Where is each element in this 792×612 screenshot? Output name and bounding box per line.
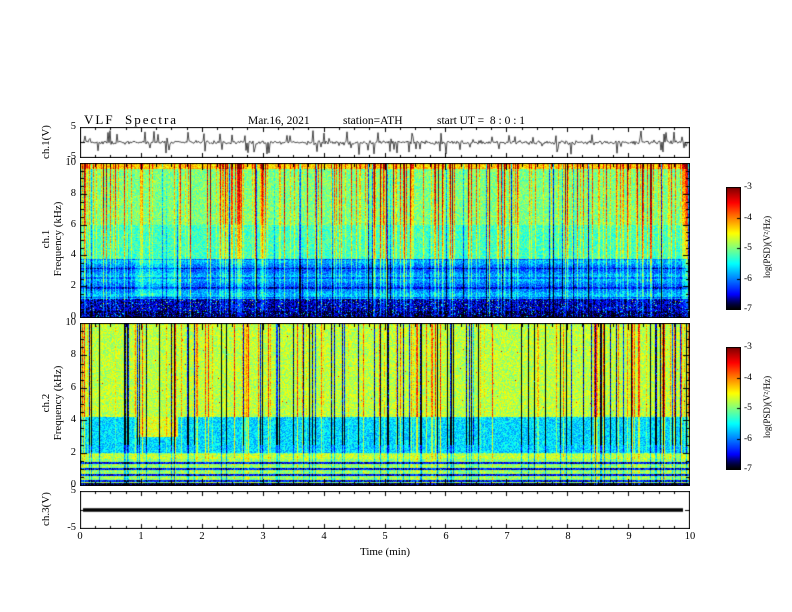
ch2-colorbar-tick-label: -3	[744, 342, 752, 352]
x-tick-label: 2	[199, 531, 205, 542]
x-axis-label: Time (min)	[359, 546, 410, 558]
ch2-colorbar-tick-label: -5	[744, 403, 752, 413]
ch1-colorbar-tick-label: -6	[744, 273, 752, 284]
figure-title: VLF Spectra	[84, 112, 179, 127]
x-tick-label: 9	[626, 531, 632, 542]
ch1-spectrogram-ytick-label: 8	[70, 187, 76, 199]
vlf-spectra-figure: VLF Spectra Mar.16, 2021 station=ATH sta…	[0, 0, 792, 612]
x-tick-label: 10	[684, 531, 696, 542]
ch1-waveform-ytick-label: 5	[70, 121, 76, 132]
ch1-colorbar-tick-label: -7	[744, 304, 752, 314]
ch1-colorbar-tick-label: -4	[744, 212, 752, 223]
header-start-ut: start UT = 8 : 0 : 1	[437, 115, 526, 127]
ch2-colorbar	[726, 347, 741, 470]
ch2-colorbar-tick-label: -6	[744, 433, 752, 444]
ch2-spectrogram-ytick-label: 10	[65, 317, 77, 328]
ch2-colorbar-tick-label: -7	[744, 464, 752, 474]
ch2-colorbar-tick-label: -4	[744, 372, 752, 383]
x-tick-label: 0	[77, 531, 83, 542]
x-tick-label: 3	[260, 531, 266, 542]
x-tick-label: 5	[382, 531, 388, 542]
x-tick-label: 6	[443, 531, 449, 542]
ch1-colorbar-label: log(PSD)(V²/Hz)	[762, 215, 772, 279]
x-tick-label: 7	[504, 531, 510, 542]
ch1-colorbar-tick-label: -3	[744, 182, 752, 192]
ch1-spectrogram	[80, 163, 690, 318]
ch1-spectrogram-ytick-label: 10	[65, 157, 77, 168]
ch3-waveform-plot	[80, 491, 690, 529]
ch2-colorbar-label: log(PSD)(V²/Hz)	[762, 375, 772, 439]
header-date: Mar.16, 2021	[248, 115, 310, 127]
ch1-spectrogram-ytick-label: 4	[70, 249, 76, 261]
header-station: station=ATH	[343, 115, 403, 127]
ch1-colorbar-tick-label: -5	[744, 243, 752, 253]
y-axis-label-ch1-frequency: ch.1 Frequency (kHz)	[40, 164, 64, 314]
ch2-spectrogram-ytick-label: 4	[70, 414, 76, 426]
x-tick-label: 4	[321, 531, 327, 542]
ch2-spectrogram-ytick-label: 6	[70, 381, 76, 393]
ch2-spectrogram	[80, 323, 690, 486]
ch1-spectrogram-ytick-label: 2	[70, 280, 76, 292]
ch1-spectrogram-ytick-label: 6	[70, 218, 76, 230]
y-axis-label-ch1-line2: Frequency (kHz)	[52, 201, 64, 277]
ch1-waveform-plot	[80, 127, 690, 158]
x-tick-label: 1	[138, 531, 144, 542]
y-axis-label-ch1-line1: ch.1	[40, 229, 52, 249]
x-tick-label: 8	[565, 531, 571, 542]
ch1-colorbar	[726, 187, 741, 310]
ch2-spectrogram-ytick-label: 2	[70, 446, 76, 458]
ch2-spectrogram-ytick-label: 8	[70, 349, 76, 361]
ch3-waveform-ytick-label: 5	[70, 485, 76, 496]
